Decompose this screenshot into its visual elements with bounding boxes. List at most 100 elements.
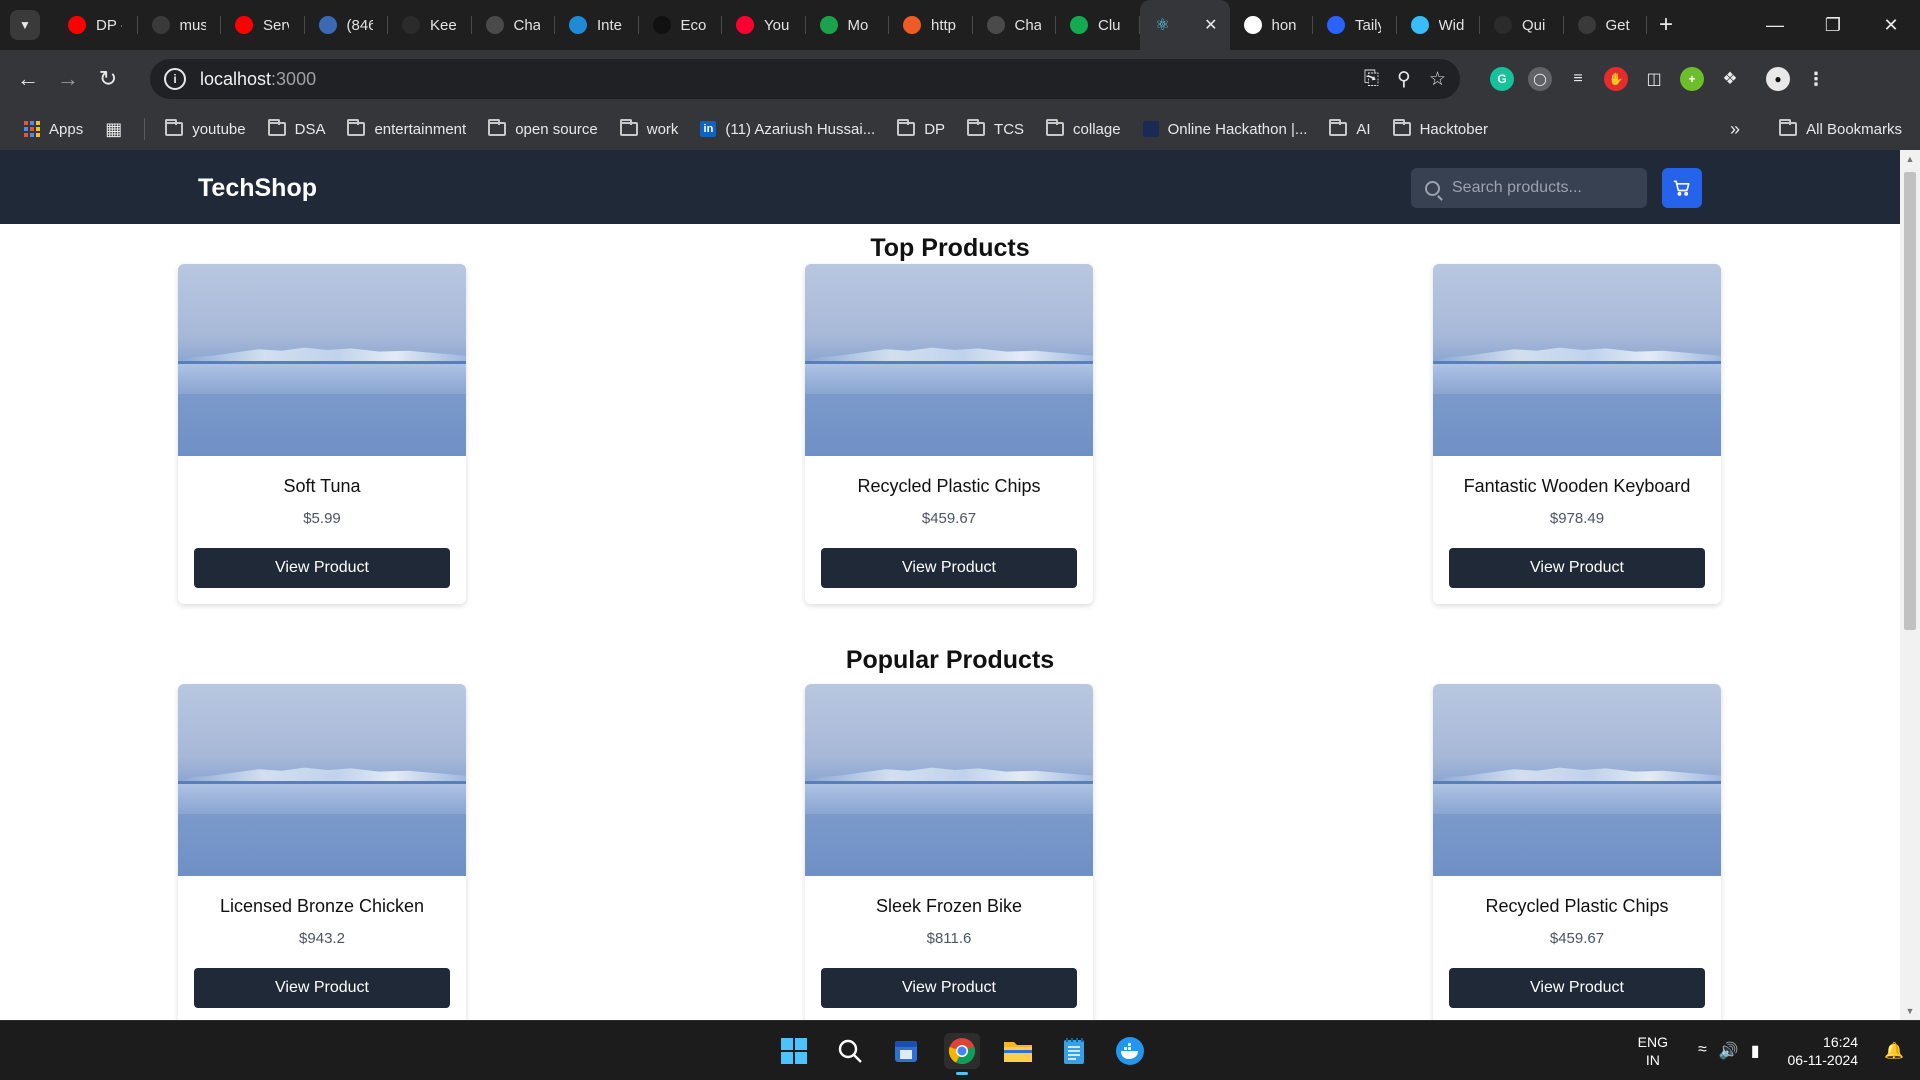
zoom-icon[interactable]: ⚲ [1397, 68, 1411, 91]
view-product-button[interactable]: View Product [194, 968, 450, 1008]
browser-tab[interactable]: (846 [305, 0, 389, 50]
view-product-button[interactable]: View Product [821, 968, 1077, 1008]
all-bookmarks-button[interactable]: All Bookmarks [1779, 108, 1902, 150]
taskbar-search-button[interactable] [832, 1033, 868, 1069]
browser-tab[interactable]: You [722, 0, 806, 50]
bookmark-item[interactable]: DSA [267, 119, 325, 138]
url-port: :3000 [271, 68, 317, 89]
site-info-icon[interactable]: i [164, 68, 186, 90]
browser-tab[interactable]: DP - [54, 0, 138, 50]
bookmark-item[interactable]: collage [1046, 119, 1121, 138]
close-tab-icon[interactable]: ✕ [1204, 15, 1217, 35]
bookmark-star-icon[interactable]: ☆ [1429, 68, 1446, 91]
view-product-button[interactable]: View Product [1449, 968, 1705, 1008]
start-button[interactable] [776, 1033, 812, 1069]
browser-tab[interactable]: Serv [221, 0, 305, 50]
reader-icon[interactable]: ≡ [1566, 67, 1590, 91]
browser-tab[interactable]: Wid [1397, 0, 1481, 50]
forward-button[interactable]: → [48, 59, 88, 99]
bookmark-item[interactable]: DP [897, 119, 945, 138]
bookmark-item[interactable]: Hacktober [1392, 119, 1488, 138]
calendar-app[interactable] [888, 1033, 924, 1069]
profile-avatar[interactable]: ● [1766, 67, 1790, 91]
cart-button[interactable] [1662, 168, 1702, 208]
browser-tab[interactable]: Inte [555, 0, 639, 50]
language-indicator[interactable]: ENG IN [1638, 1033, 1668, 1069]
bookmark-apps[interactable]: Apps [24, 121, 83, 138]
address-bar[interactable]: i localhost:3000 ⎘ ⚲ ☆ [150, 59, 1460, 99]
globe-icon[interactable]: ◯ [1528, 67, 1552, 91]
product-image[interactable] [1433, 684, 1721, 876]
notification-bell-icon[interactable]: 🔔 [1884, 1041, 1904, 1061]
restore-icon[interactable]: ❐ [1804, 15, 1862, 36]
browser-tab[interactable]: Cha [472, 0, 556, 50]
browser-tab[interactable]: Kee [388, 0, 472, 50]
tab-groups-icon[interactable]: ▦ [105, 119, 122, 140]
product-image[interactable] [805, 264, 1093, 456]
scrollbar-thumb[interactable] [1904, 172, 1916, 630]
url-text[interactable]: localhost:3000 [200, 69, 316, 90]
product-price: $943.2 [299, 930, 345, 947]
clock[interactable]: 16:24 06-11-2024 [1788, 1033, 1859, 1069]
browser-tab[interactable]: mus [138, 0, 222, 50]
notepad-app[interactable] [1056, 1033, 1092, 1069]
docker-app[interactable] [1112, 1033, 1148, 1069]
bookmark-item[interactable]: open source [488, 119, 598, 138]
adblock-icon[interactable]: ✋ [1604, 67, 1628, 91]
browser-tab[interactable]: Get [1564, 0, 1648, 50]
glacier-shape [1433, 347, 1721, 362]
bookmark-item[interactable]: in (11) Azariush Hussai... [700, 121, 875, 138]
browser-tab[interactable]: Qui [1480, 0, 1564, 50]
tray-icons[interactable]: ≈ 🔊 ▮ [1698, 1041, 1760, 1061]
bookmark-item[interactable]: Online Hackathon |... [1142, 121, 1307, 138]
bookmark-item[interactable]: entertainment [347, 119, 466, 138]
bookmark-item[interactable]: work [619, 119, 678, 138]
view-product-button[interactable]: View Product [1449, 548, 1705, 588]
new-tab-button[interactable]: + [1659, 11, 1673, 39]
product-image[interactable] [1433, 264, 1721, 456]
browser-tab[interactable]: Cha [973, 0, 1057, 50]
browser-tab[interactable]: Taily [1313, 0, 1397, 50]
product-image[interactable] [805, 684, 1093, 876]
tab-list: DP - mus Serv (846 Kee Cha Inte Eco You Mo http Cha… [54, 0, 1647, 50]
plus-extension-icon[interactable]: + [1680, 67, 1704, 91]
product-name: Sleek Frozen Bike [875, 896, 1023, 916]
chatgpt-icon [485, 16, 504, 34]
site-logo[interactable]: TechShop [198, 174, 317, 203]
split-view-icon[interactable]: ◫ [1642, 67, 1666, 91]
product-image[interactable] [178, 684, 466, 876]
browser-menu-icon[interactable]: ⋮ [1804, 67, 1828, 91]
water-reflection-shape [178, 364, 466, 394]
browser-tab[interactable]: Clu [1056, 0, 1140, 50]
folder-icon [619, 119, 638, 136]
view-product-button[interactable]: View Product [194, 548, 450, 588]
minimize-icon[interactable]: — [1746, 15, 1804, 36]
bookmark-item[interactable]: youtube [165, 119, 246, 138]
browser-tab[interactable]: ⚛ ✕ [1139, 0, 1230, 50]
search-bar[interactable] [1411, 168, 1647, 208]
product-image[interactable] [178, 264, 466, 456]
file-explorer-app[interactable] [1000, 1033, 1036, 1069]
bookmark-item[interactable]: TCS [967, 119, 1024, 138]
chrome-icon [948, 1038, 976, 1065]
grammarly-icon[interactable]: G [1490, 67, 1514, 91]
browser-tab[interactable]: hon [1230, 0, 1314, 50]
tab-search-button[interactable]: ▼ [10, 10, 40, 40]
search-input[interactable] [1452, 179, 1642, 197]
browser-tab[interactable]: Eco [639, 0, 723, 50]
product-price: $811.6 [926, 930, 972, 947]
reload-button[interactable]: ↻ [88, 59, 128, 99]
more-bookmarks-button[interactable]: » [1730, 108, 1740, 150]
browser-tab[interactable]: http [889, 0, 973, 50]
chrome-app[interactable] [944, 1033, 980, 1075]
view-product-button[interactable]: View Product [821, 548, 1077, 588]
scroll-down-icon[interactable]: ▼ [1900, 1006, 1920, 1016]
page-scrollbar[interactable]: ▲ ▼ [1900, 150, 1920, 1020]
bookmark-item[interactable]: AI [1329, 119, 1371, 138]
install-app-icon[interactable]: ⎘ [1364, 68, 1379, 90]
back-button[interactable]: ← [8, 59, 48, 99]
scroll-up-icon[interactable]: ▲ [1900, 154, 1920, 164]
extensions-puzzle-icon[interactable]: ❖ [1718, 67, 1742, 91]
browser-tab[interactable]: Mo [806, 0, 890, 50]
close-icon[interactable]: ✕ [1862, 15, 1920, 36]
